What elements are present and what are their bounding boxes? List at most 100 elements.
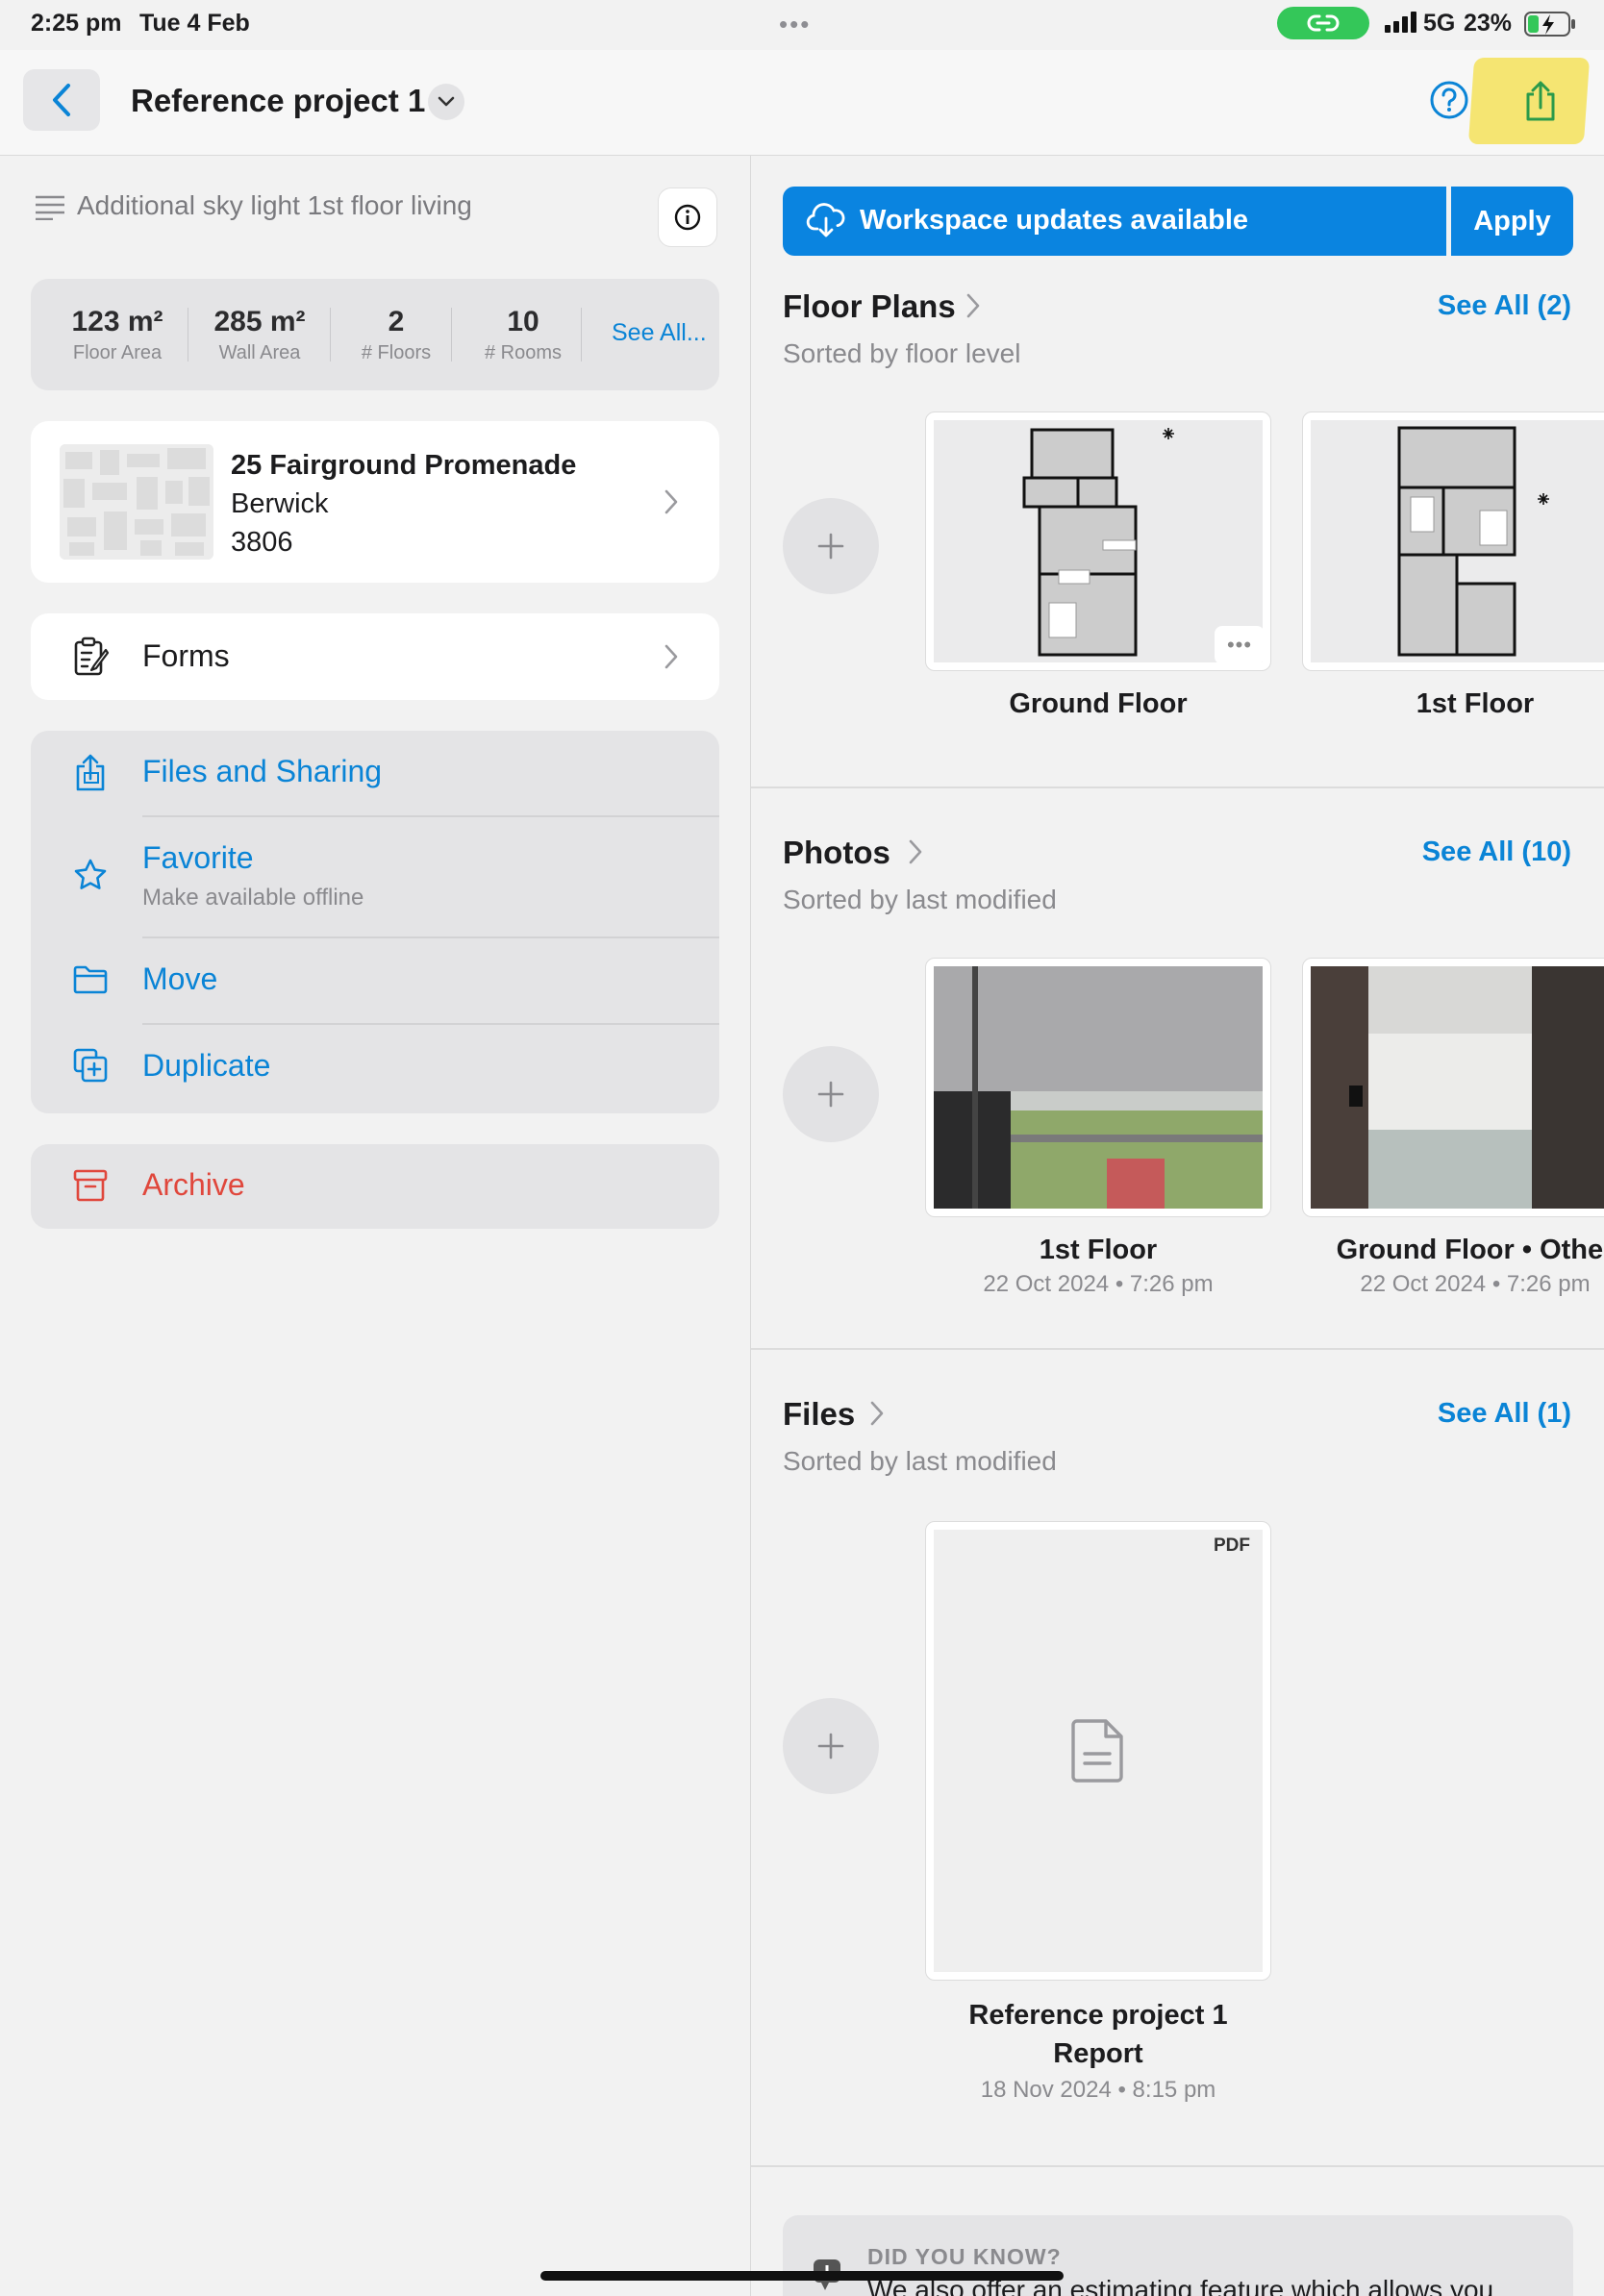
stat-rooms: 10 # Rooms	[484, 306, 563, 363]
title-dropdown-button[interactable]	[428, 84, 464, 120]
photos-see-all[interactable]: See All (10)	[1422, 836, 1571, 868]
info-button[interactable]	[658, 187, 717, 247]
favorite-action[interactable]: Favorite Make available offline	[31, 817, 719, 936]
photo-thumbnail	[934, 966, 1263, 1209]
dropdown-chevron-icon	[438, 96, 455, 107]
battery-charging-icon	[1524, 12, 1576, 37]
more-options-button[interactable]: •••	[1215, 626, 1265, 664]
folder-icon	[73, 965, 108, 994]
section-divider	[751, 1348, 1604, 1350]
floor-plan-tile[interactable]	[1302, 412, 1604, 671]
move-label: Move	[142, 961, 218, 996]
tip-title: DID YOU KNOW?	[867, 2244, 1062, 2269]
status-date: Tue 4 Feb	[139, 10, 250, 37]
info-icon	[674, 204, 701, 231]
signal-icon	[1385, 12, 1417, 33]
file-caption-line1: Reference project 1	[968, 2000, 1228, 2031]
map-thumbnail	[60, 444, 213, 560]
file-thumbnail	[934, 1530, 1263, 1972]
project-stats-card: 123 m² Floor Area 285 m² Wall Area 2 # F…	[31, 279, 719, 390]
address-street: 25 Fairground Promenade	[231, 450, 577, 481]
stats-see-all-link[interactable]: See All...	[612, 319, 707, 347]
link-indicator-icon	[1277, 7, 1369, 39]
photo-caption: 1st Floor	[1039, 1235, 1158, 1265]
floor-plan-caption: Ground Floor	[1009, 688, 1188, 719]
files-title[interactable]: Files	[783, 1396, 855, 1433]
help-button[interactable]	[1429, 80, 1469, 120]
section-divider	[751, 2165, 1604, 2167]
favorite-label: Favorite	[142, 840, 254, 875]
address-card[interactable]: 25 Fairground Promenade Berwick 3806	[31, 421, 719, 583]
duplicate-action[interactable]: Duplicate	[31, 1025, 719, 1111]
plus-icon	[817, 533, 844, 560]
chevron-right-icon[interactable]	[908, 838, 923, 865]
files-sharing-action[interactable]: Files and Sharing	[31, 731, 719, 815]
chevron-right-icon	[664, 488, 679, 515]
files-see-all[interactable]: See All (1)	[1438, 1398, 1571, 1430]
chevron-right-icon[interactable]	[965, 292, 981, 319]
stat-floor-area: 123 m² Floor Area	[71, 306, 163, 363]
favorite-sublabel: Make available offline	[142, 885, 364, 911]
photo-thumbnail	[1311, 966, 1604, 1209]
network-type: 5G	[1423, 10, 1456, 37]
stat-floors: 2 # Floors	[361, 306, 432, 363]
share-icon	[1526, 81, 1555, 121]
floor-plans-subtitle: Sorted by floor level	[783, 338, 1021, 368]
share-icon	[73, 754, 108, 792]
chevron-right-icon	[664, 643, 679, 670]
share-button[interactable]	[1519, 81, 1562, 123]
workspace-updates-label: Workspace updates available	[860, 205, 1249, 236]
address-suburb: Berwick	[231, 488, 329, 519]
file-type-badge: PDF	[1201, 1530, 1263, 1562]
floor-plan-thumbnail	[1311, 420, 1604, 662]
archive-label: Archive	[142, 1167, 245, 1202]
add-floor-plan-button[interactable]	[783, 498, 879, 594]
photo-date: 22 Oct 2024 • 7:26 pm	[1360, 1271, 1591, 1297]
stat-wall-area: 285 m² Wall Area	[213, 306, 306, 363]
archive-action[interactable]: Archive	[31, 1144, 719, 1229]
pane-divider	[750, 156, 751, 2296]
photos-title[interactable]: Photos	[783, 835, 890, 871]
document-icon	[1071, 1719, 1123, 1783]
status-time: 2:25 pm	[31, 10, 122, 37]
back-button[interactable]	[23, 69, 100, 131]
project-title[interactable]: Reference project 1	[131, 83, 425, 119]
forms-row[interactable]: Forms	[31, 613, 719, 700]
move-action[interactable]: Move	[31, 938, 719, 1023]
battery-percent: 23%	[1464, 10, 1513, 37]
add-photo-button[interactable]	[783, 1046, 879, 1142]
file-date: 18 Nov 2024 • 8:15 pm	[980, 2077, 1216, 2103]
navigation-bar: Reference project 1	[0, 50, 1604, 156]
project-description[interactable]: Additional sky light 1st floor living	[77, 190, 472, 221]
photo-tile[interactable]	[1302, 958, 1604, 1217]
home-indicator[interactable]	[540, 2271, 1064, 2281]
plus-icon	[817, 1081, 844, 1108]
photo-tile[interactable]	[925, 958, 1271, 1217]
floor-plan-tile[interactable]: •••	[925, 412, 1271, 671]
add-file-button[interactable]	[783, 1698, 879, 1794]
forms-label: Forms	[142, 638, 230, 673]
did-you-know-card[interactable]: DID YOU KNOW? We also offer an estimatin…	[783, 2215, 1573, 2296]
chevron-right-icon[interactable]	[869, 1400, 885, 1427]
back-chevron-icon	[53, 84, 70, 116]
multitasking-dots-icon[interactable]: •••	[779, 10, 811, 39]
forms-icon	[73, 636, 110, 677]
section-divider	[751, 786, 1604, 788]
duplicate-label: Duplicate	[142, 1048, 271, 1083]
photo-caption: Ground Floor • Other	[1336, 1235, 1604, 1265]
help-icon	[1430, 81, 1468, 119]
floor-plans-see-all[interactable]: See All (2)	[1438, 290, 1571, 322]
workspace-updates-banner[interactable]: Workspace updates available	[783, 187, 1446, 256]
photos-subtitle: Sorted by last modified	[783, 885, 1057, 914]
project-actions-card: Files and Sharing Favorite Make availabl…	[31, 731, 719, 1113]
address-postcode: 3806	[231, 527, 293, 558]
duplicate-icon	[73, 1048, 108, 1083]
description-lines-icon	[35, 195, 65, 220]
star-icon	[73, 858, 108, 892]
photo-date: 22 Oct 2024 • 7:26 pm	[983, 1271, 1214, 1297]
files-sharing-label: Files and Sharing	[142, 754, 383, 788]
apply-updates-button[interactable]: Apply	[1451, 187, 1573, 256]
file-tile[interactable]: PDF	[925, 1521, 1271, 1981]
floor-plans-title[interactable]: Floor Plans	[783, 288, 956, 325]
floor-plan-thumbnail	[934, 420, 1263, 662]
